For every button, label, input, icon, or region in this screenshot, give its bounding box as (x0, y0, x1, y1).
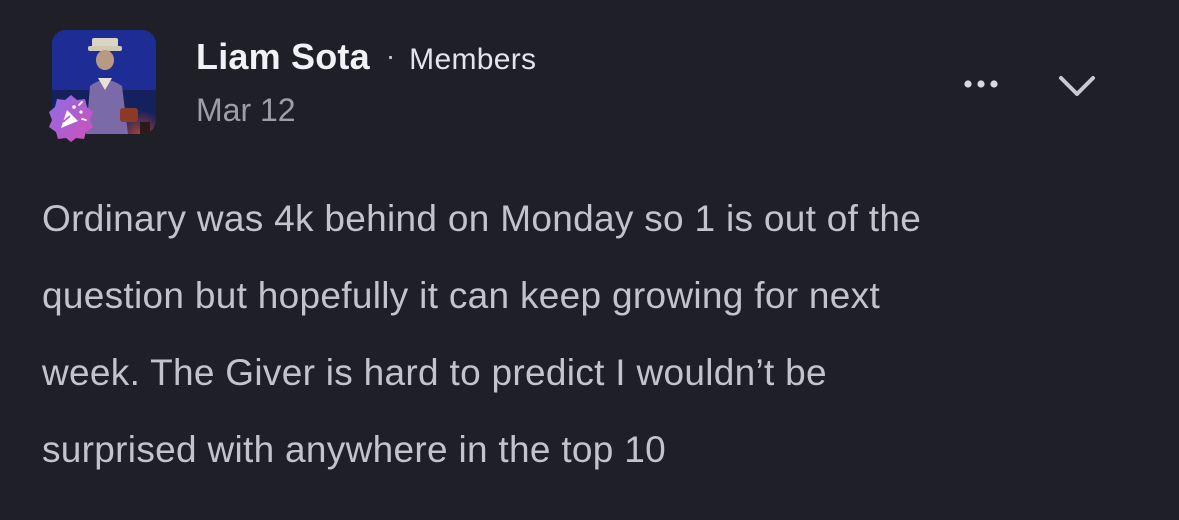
post-body-line: surprised with anywhere in the top 10 (42, 429, 667, 470)
more-options-button[interactable] (958, 66, 1004, 102)
post-date: Mar 12 (196, 92, 296, 128)
party-popper-icon (46, 92, 96, 142)
avatar-wrap[interactable] (49, 30, 156, 142)
expand-button[interactable] (1054, 62, 1100, 108)
separator-dot: · (385, 40, 396, 71)
post-body: Ordinary was 4k behind on Monday so 1 is… (42, 180, 1152, 488)
post-body-line: week. The Giver is hard to predict I wou… (42, 352, 827, 393)
post-body-line: Ordinary was 4k behind on Monday so 1 is… (42, 198, 922, 239)
member-role: Members (409, 43, 537, 76)
more-horizontal-icon (964, 80, 998, 88)
chevron-down-icon (1059, 76, 1095, 96)
post-body-line: question but hopefully it can keep growi… (42, 275, 881, 316)
author-name[interactable]: Liam Sota (196, 36, 370, 78)
author-row: Liam Sota · Members (196, 36, 536, 78)
post-card: Liam Sota · Members Mar 12 Ordinary was … (0, 0, 1179, 520)
